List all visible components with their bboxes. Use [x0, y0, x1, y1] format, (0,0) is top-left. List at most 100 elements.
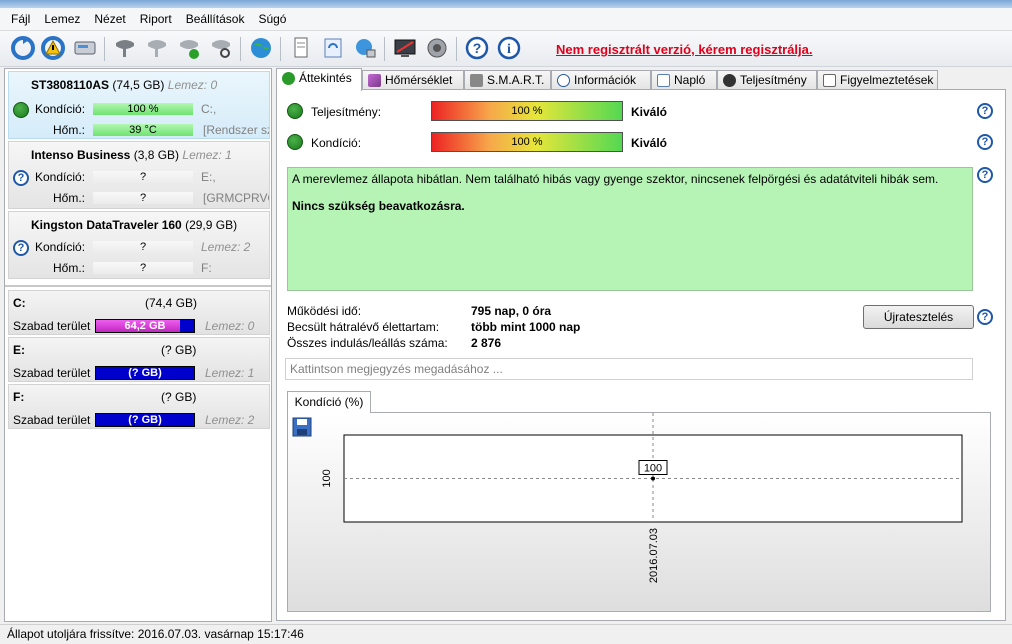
svg-text:i: i	[507, 42, 511, 57]
unknown-status-icon: ?	[13, 170, 29, 186]
chart-tab-condition[interactable]: Kondíció (%)	[287, 391, 371, 413]
disk-name: ST3808110AS	[31, 78, 110, 92]
check-icon	[282, 72, 295, 85]
disk-index: Lemez: 0	[167, 78, 218, 92]
menu-help[interactable]: Súgó	[251, 8, 293, 30]
help-icon[interactable]: ?	[977, 103, 993, 119]
disk-card-0[interactable]: ST3808110AS (74,5 GB) Lemez: 0 Kondíció:…	[8, 71, 270, 139]
menu-settings[interactable]: Beállítások	[179, 8, 252, 30]
tab-log[interactable]: Napló	[651, 70, 717, 90]
note-input[interactable]: Kattintson megjegyzés megadásához ...	[285, 358, 973, 380]
disk-size: (3,8 GB)	[133, 148, 180, 162]
disk-index: Lemez: 2	[201, 240, 251, 254]
status-message-box: A merevlemez állapota hibátlan. Nem talá…	[287, 167, 973, 291]
temp-label: Hőm.:	[53, 123, 86, 137]
refresh-icon[interactable]	[10, 35, 36, 61]
temp-extra: [Rendszer szá	[203, 123, 269, 137]
document-icon[interactable]	[288, 35, 314, 61]
svg-text:?: ?	[473, 40, 482, 56]
performance-label: Teljesítmény:	[311, 105, 382, 119]
condition-label: Kondíció:	[35, 170, 86, 184]
temp-extra: F:	[201, 261, 212, 275]
performance-rating: Kiváló	[631, 105, 668, 119]
menu-report[interactable]: Riport	[133, 8, 179, 30]
free-space-value: (? GB)	[128, 367, 162, 379]
condition-bar: ?	[93, 171, 193, 183]
tab-performance[interactable]: Teljesítmény	[717, 70, 817, 90]
condition-bar: ?	[93, 241, 193, 253]
disk-card-1[interactable]: Intenso Business (3,8 GB) Lemez: 1 ? Kon…	[8, 141, 270, 209]
disk-name: Intenso Business	[31, 148, 131, 162]
tab-smart[interactable]: S.M.A.R.T.	[464, 70, 551, 90]
condition-drive: C:,	[201, 102, 217, 116]
volume-letter: C:	[13, 296, 26, 310]
warning-refresh-icon[interactable]	[40, 35, 66, 61]
speaker-icon[interactable]	[424, 35, 450, 61]
menu-file[interactable]: Fájl	[4, 8, 37, 30]
volume-letter: E:	[13, 343, 25, 357]
thermometer-icon	[368, 74, 381, 87]
tab-information[interactable]: Információk	[551, 70, 651, 90]
volume-card-f[interactable]: F: (? GB) Szabad terület (? GB) Lemez: 2	[8, 384, 270, 429]
menu-disk[interactable]: Lemez	[37, 8, 87, 30]
free-space-label: Szabad terület	[13, 366, 91, 380]
temp-label: Hőm.:	[53, 191, 86, 205]
x-tick-label: 2016.07.03	[648, 528, 660, 583]
hdd-search-icon[interactable]	[208, 35, 234, 61]
free-space-value: (? GB)	[128, 414, 162, 426]
log-icon	[657, 74, 670, 87]
hdd-off-icon[interactable]	[112, 35, 138, 61]
condition-bar: 100 %	[93, 103, 193, 115]
globe-icon[interactable]	[248, 35, 274, 61]
volume-size: (? GB)	[161, 343, 197, 357]
hdd-settings-icon[interactable]	[144, 35, 170, 61]
register-link[interactable]: Nem regisztrált verzió, kérem regisztrál…	[556, 42, 813, 57]
condition-chart: 100 2016.07.03 100	[321, 413, 963, 583]
condition-label: Kondíció:	[311, 136, 362, 150]
tab-overview[interactable]: Áttekintés	[276, 68, 362, 91]
volume-letter: F:	[13, 390, 25, 404]
disk-index: Lemez: 0	[205, 319, 255, 333]
ok-status-icon	[13, 102, 29, 118]
network-icon[interactable]	[352, 35, 378, 61]
volume-card-c[interactable]: C: (74,4 GB) Szabad terület 64,2 GB Leme…	[8, 290, 270, 335]
performance-bar: 100 %	[431, 101, 623, 121]
free-space-value: 64,2 GB	[124, 320, 166, 332]
start-stop-value: 2 876	[471, 336, 502, 350]
help-icon[interactable]: ?	[977, 167, 993, 183]
disk-icon[interactable]	[72, 35, 98, 61]
volume-card-e[interactable]: E: (? GB) Szabad terület (? GB) Lemez: 1	[8, 337, 270, 382]
disk-index: Lemez: 2	[205, 413, 255, 427]
lifetime-value: több mint 1000 nap	[471, 320, 581, 334]
retest-button[interactable]: Újratesztelés	[863, 305, 974, 329]
tab-warnings[interactable]: Figyelmeztetések	[817, 70, 938, 90]
help-icon[interactable]: ?	[977, 134, 993, 150]
unknown-status-icon: ?	[13, 240, 29, 256]
uptime-label: Működési idő:	[287, 304, 362, 318]
ok-status-icon	[287, 134, 303, 150]
lifetime-label: Becsült hátralévő élettartam:	[287, 320, 440, 334]
hdd-check-icon[interactable]	[176, 35, 202, 61]
free-space-bar: (? GB)	[95, 413, 195, 427]
tab-temperature[interactable]: Hőmérséklet	[362, 70, 464, 90]
help-icon[interactable]: ?	[464, 35, 490, 61]
info-icon[interactable]: i	[496, 35, 522, 61]
sync-icon[interactable]	[320, 35, 346, 61]
data-point	[651, 476, 655, 481]
monitor-icon[interactable]	[392, 35, 418, 61]
condition-label: Kondíció:	[35, 240, 86, 254]
start-stop-label: Összes indulás/leállás száma:	[287, 336, 448, 350]
pages-icon	[823, 74, 836, 87]
free-space-label: Szabad terület	[13, 319, 91, 333]
menu-view[interactable]: Nézet	[87, 8, 132, 30]
volume-size: (74,4 GB)	[145, 296, 198, 310]
uptime-value: 795 nap, 0 óra	[471, 304, 552, 318]
help-icon[interactable]: ?	[977, 309, 993, 325]
temp-extra: [GRMCPRVO	[203, 191, 269, 205]
tab-bar: Áttekintés Hőmérséklet S.M.A.R.T. Inform…	[276, 68, 1006, 91]
disk-card-2[interactable]: Kingston DataTraveler 160 (29,9 GB) ? Ko…	[8, 211, 270, 279]
status-recommendation: Nincs szükség beavatkozásra.	[292, 199, 465, 213]
status-bar: Állapot utoljára frissítve: 2016.07.03. …	[0, 624, 1012, 644]
disk-index: Lemez: 1	[182, 148, 232, 162]
condition-drive: E:,	[201, 170, 216, 184]
